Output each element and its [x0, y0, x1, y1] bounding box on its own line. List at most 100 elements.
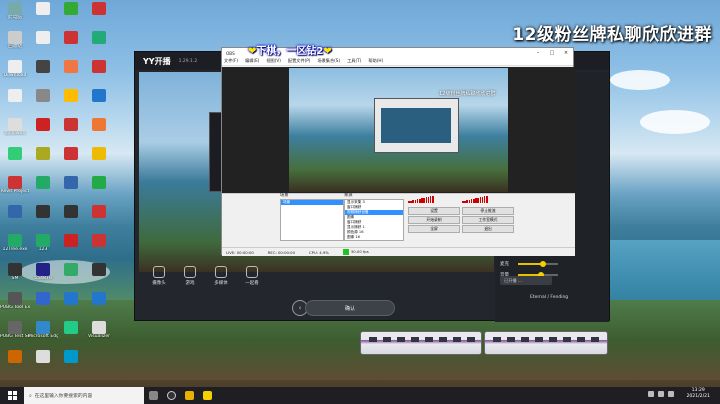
desktop-icon[interactable]	[56, 350, 86, 378]
desktop-icon[interactable]	[0, 205, 30, 233]
desktop-icon[interactable]	[84, 263, 114, 291]
taskbar-search-box[interactable]: ⌕ 在这里输入你要搜索的内容	[24, 387, 144, 404]
desktop-icon[interactable]	[56, 263, 86, 291]
task-view-icon[interactable]	[144, 387, 162, 404]
desktop-icon[interactable]	[28, 176, 58, 204]
stop-stream-button[interactable]: 停止推流	[462, 207, 514, 215]
exit-button[interactable]: 退出	[462, 225, 514, 233]
tray-icon[interactable]	[668, 391, 674, 397]
desktop-icon[interactable]: Microsoft Edge	[28, 321, 58, 349]
media-tool[interactable]: 多媒体	[210, 266, 232, 286]
desktop-icon[interactable]	[56, 292, 86, 320]
desktop-icon[interactable]: 554879	[28, 263, 58, 291]
yy-status-button[interactable]: 已开播 ...	[500, 276, 552, 285]
desktop-icon[interactable]	[0, 350, 30, 378]
train-car	[360, 331, 482, 355]
desktop-icon[interactable]	[56, 118, 86, 146]
mic-slider-track[interactable]	[518, 260, 558, 267]
desktop-icon[interactable]	[84, 234, 114, 262]
tray-icon[interactable]	[658, 391, 664, 397]
tray-icon[interactable]	[648, 391, 654, 397]
taskbar-clock[interactable]: 13:29 2021/2/21	[686, 388, 710, 400]
menu-help[interactable]: 帮助(H)	[368, 58, 383, 65]
system-tray[interactable]	[644, 391, 674, 397]
desktop-icon[interactable]	[84, 205, 114, 233]
live-indicator	[342, 249, 349, 255]
confirm-button[interactable]: 确认	[305, 300, 395, 316]
explorer-taskbar-icon[interactable]	[180, 387, 198, 404]
menu-profile[interactable]: 配置文件(P)	[288, 58, 311, 65]
desktop-icon[interactable]	[28, 205, 58, 233]
game-tool[interactable]: 游戏	[179, 266, 201, 286]
fullscreen-button[interactable]: 全屏	[408, 225, 460, 233]
menu-scene-collection[interactable]: 场景集合(S)	[317, 58, 340, 65]
desktop-icon[interactable]	[28, 60, 58, 88]
desktop-icon[interactable]	[56, 205, 86, 233]
desktop-icon[interactable]: 此电脑	[0, 2, 30, 30]
media-icon	[215, 266, 227, 278]
desktop-icon[interactable]: Revit Project	[0, 176, 30, 204]
desktop-icon[interactable]: 回收站	[0, 31, 30, 59]
desktop-icon[interactable]	[84, 292, 114, 320]
desktop-icon[interactable]	[84, 118, 114, 146]
desktop-icon[interactable]: Visualizer	[84, 321, 114, 349]
channel-name: Eternal / Fending	[530, 295, 569, 300]
watch-together-tool[interactable]: 一起看	[241, 266, 263, 286]
start-recording-button[interactable]: 开始录制	[408, 216, 460, 224]
yy-taskbar-icon[interactable]	[198, 387, 216, 404]
desktop-icon[interactable]	[56, 147, 86, 175]
desktop-icon[interactable]	[84, 147, 114, 175]
desktop-icon[interactable]	[84, 2, 114, 30]
scene-item[interactable]: 场景	[281, 200, 343, 205]
desktop-icon[interactable]	[0, 147, 30, 175]
close-icon[interactable]: ×	[559, 50, 573, 56]
mic-slider[interactable]: 麦克	[500, 258, 558, 269]
audio-meter-2	[462, 196, 488, 203]
menu-tools[interactable]: 工具(T)	[347, 58, 361, 65]
maximize-icon[interactable]: □	[545, 50, 559, 56]
clock-date: 2021/2/21	[686, 394, 710, 399]
menu-edit[interactable]: 编辑(E)	[245, 58, 259, 65]
minimize-icon[interactable]: –	[531, 50, 545, 56]
desktop-icon[interactable]: PUBG Test Server	[0, 321, 30, 349]
desktop-icon[interactable]	[56, 31, 86, 59]
desktop-icon[interactable]	[28, 31, 58, 59]
desktop-icon[interactable]	[56, 60, 86, 88]
desktop-icon[interactable]	[84, 31, 114, 59]
settings-button[interactable]: 设置	[408, 207, 460, 215]
desktop-icon[interactable]: SM	[0, 263, 30, 291]
desktop-icon[interactable]	[28, 147, 58, 175]
desktop-icon[interactable]	[84, 89, 114, 117]
desktop-icon[interactable]: Download	[0, 60, 30, 88]
desktop-icon[interactable]	[56, 2, 86, 30]
rec-time: REC: 00:00:00	[267, 249, 296, 255]
desktop-icon[interactable]	[28, 350, 58, 378]
desktop-icon[interactable]: PUBG Tool Experiment	[0, 292, 30, 320]
source-item[interactable]: 图像 16	[345, 235, 403, 240]
menu-view[interactable]: 视图(V)	[266, 58, 281, 65]
desktop-icon[interactable]	[28, 2, 58, 30]
camera-tool[interactable]: 摄像头	[148, 266, 170, 286]
desktop-icon[interactable]	[28, 89, 58, 117]
sources-list[interactable]: 显示采集 3 窗口捕获 视频捕获设备 图像 窗口捕获 显示捕获 1 颜色源 16…	[344, 199, 404, 241]
obs-window[interactable]: OBS – □ × 文件(F) 编辑(E) 视图(V) 配置文件(P) 场景集合…	[221, 46, 575, 256]
desktop-icon[interactable]	[84, 60, 114, 88]
scenes-list[interactable]: 场景	[280, 199, 344, 241]
desktop-icon[interactable]	[28, 118, 58, 146]
stream-banner-text: 12级粉丝牌私聊欣欣进群	[512, 25, 712, 45]
scenes-label: 场景	[280, 192, 289, 197]
obs-taskbar-icon[interactable]	[162, 387, 180, 404]
desktop-icon[interactable]	[0, 89, 30, 117]
desktop-icon[interactable]	[56, 321, 86, 349]
menu-file[interactable]: 文件(F)	[224, 58, 238, 65]
desktop-icon[interactable]	[28, 292, 58, 320]
desktop-icon[interactable]: 12Tree.exe	[0, 234, 30, 262]
desktop-icon[interactable]	[56, 176, 86, 204]
desktop-icon[interactable]	[84, 176, 114, 204]
desktop-icon[interactable]	[56, 89, 86, 117]
desktop-icon[interactable]: 123	[28, 234, 58, 262]
desktop-icon[interactable]: qyiqiweb	[0, 118, 30, 146]
studio-mode-button[interactable]: 工作室模式	[462, 216, 514, 224]
desktop-icon[interactable]	[56, 234, 86, 262]
start-button[interactable]	[0, 387, 24, 404]
